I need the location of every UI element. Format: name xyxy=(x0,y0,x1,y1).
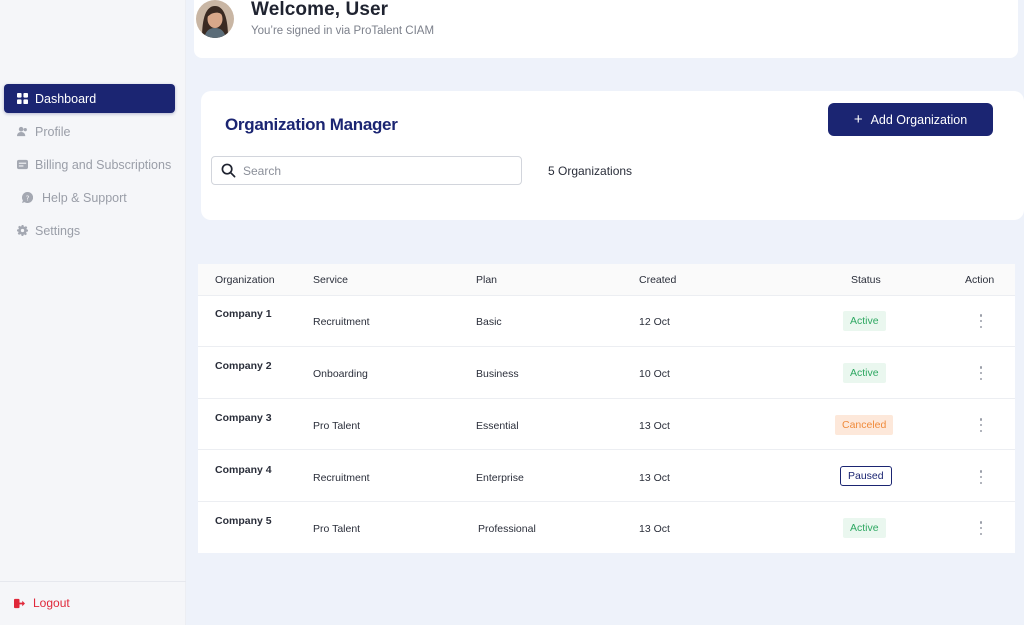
more-actions-icon[interactable] xyxy=(976,418,986,432)
search-field[interactable] xyxy=(211,156,522,185)
sidebar-item-label: Dashboard xyxy=(35,91,97,106)
svg-text:?: ? xyxy=(26,193,30,202)
column-header-service[interactable]: Service xyxy=(313,274,348,286)
created-value: 10 Oct xyxy=(639,368,670,380)
organization-name: Company 5 xyxy=(215,515,272,527)
plan-value: Professional xyxy=(478,523,536,535)
organization-name: Company 1 xyxy=(215,308,272,320)
status-badge: Active xyxy=(843,311,886,331)
service-value: Recruitment xyxy=(313,316,370,328)
logout-icon xyxy=(14,598,25,608)
search-icon xyxy=(221,163,236,178)
created-value: 13 Oct xyxy=(639,523,670,535)
status-badge: Canceled xyxy=(835,415,894,435)
logout-label: Logout xyxy=(33,596,70,610)
column-header-action: Action xyxy=(965,274,995,286)
service-value: Onboarding xyxy=(313,368,368,380)
sidebar-item-label: Billing and Subscriptions xyxy=(35,157,172,172)
service-value: Recruitment xyxy=(313,472,370,484)
status-badge: Active xyxy=(843,363,886,383)
sidebar-item-dashboard[interactable]: Dashboard xyxy=(4,84,175,113)
sidebar-item-label: Help & Support xyxy=(42,190,127,205)
column-header-created[interactable]: Created xyxy=(639,274,676,286)
plus-icon: + xyxy=(853,111,863,128)
service-value: Pro Talent xyxy=(313,523,361,535)
plan-value: Business xyxy=(476,368,519,380)
more-actions-icon[interactable] xyxy=(976,366,986,380)
sidebar-item-help[interactable]: ? Help & Support xyxy=(4,183,175,212)
service-value: Pro Talent xyxy=(313,420,361,432)
org-manager-title: Organization Manager xyxy=(225,115,398,134)
column-header-status[interactable]: Status xyxy=(851,274,881,286)
organization-count: 5 Organizations xyxy=(548,164,633,178)
created-value: 13 Oct xyxy=(639,420,670,432)
plan-value: Essential xyxy=(476,420,519,432)
gear-icon xyxy=(16,224,29,237)
plan-value: Basic xyxy=(476,316,502,328)
sidebar-nav: Dashboard Profile Billing and Subscripti… xyxy=(4,84,175,249)
avatar[interactable] xyxy=(196,0,234,38)
column-header-plan[interactable]: Plan xyxy=(476,274,497,286)
logout-button[interactable]: Logout xyxy=(14,596,70,610)
more-actions-icon[interactable] xyxy=(976,521,986,535)
sidebar-item-billing[interactable]: Billing and Subscriptions xyxy=(4,150,175,179)
sidebar-divider xyxy=(0,581,186,582)
dashboard-icon xyxy=(16,92,29,105)
created-value: 12 Oct xyxy=(639,316,670,328)
page-subtitle: You’re signed in via ProTalent CIAM xyxy=(251,25,435,37)
sidebar-item-label: Profile xyxy=(35,124,71,139)
organization-name: Company 2 xyxy=(215,360,272,372)
status-badge: Active xyxy=(843,518,886,538)
more-actions-icon[interactable] xyxy=(976,470,986,484)
created-value: 13 Oct xyxy=(639,472,670,484)
sidebar-item-profile[interactable]: Profile xyxy=(4,117,175,146)
organization-name: Company 3 xyxy=(215,412,272,424)
help-icon: ? xyxy=(21,191,34,204)
sidebar: Dashboard Profile Billing and Subscripti… xyxy=(0,0,186,625)
page-title: Welcome, User xyxy=(251,0,389,20)
organization-name: Company 4 xyxy=(215,464,272,476)
add-organization-label: Add Organization xyxy=(870,112,968,127)
status-badge: Paused xyxy=(840,466,892,486)
plan-value: Enterprise xyxy=(476,472,524,484)
billing-icon xyxy=(16,158,29,171)
column-header-organization[interactable]: Organization xyxy=(215,274,275,286)
sidebar-item-settings[interactable]: Settings xyxy=(4,216,175,245)
add-organization-button[interactable]: + Add Organization xyxy=(828,103,993,136)
more-actions-icon[interactable] xyxy=(976,314,986,328)
profile-icon xyxy=(16,125,29,138)
search-input[interactable] xyxy=(243,163,503,178)
sidebar-item-label: Settings xyxy=(35,223,81,238)
